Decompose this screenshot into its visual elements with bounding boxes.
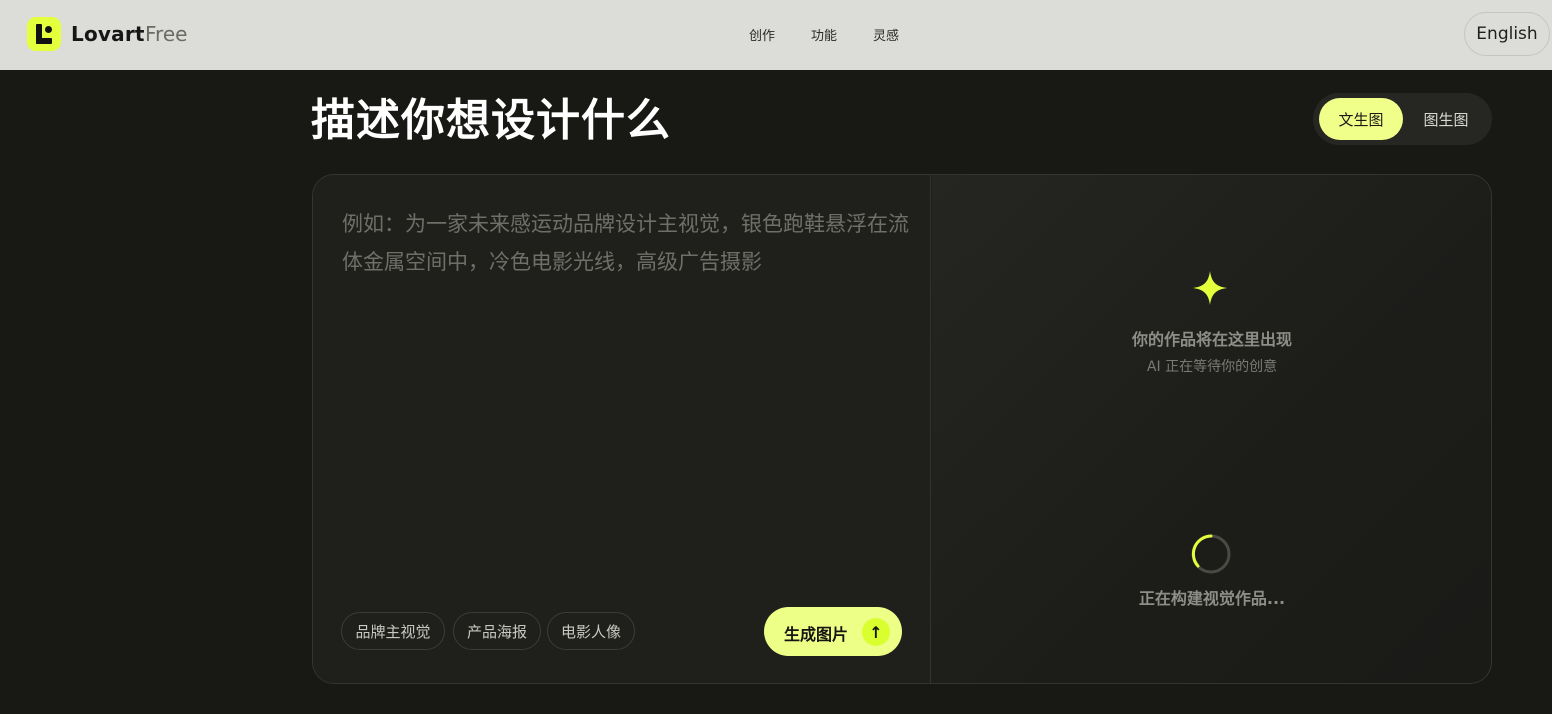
top-navigation: Lovart Free 创作 功能 灵感 English — [0, 0, 1552, 70]
chip-product-poster[interactable]: 产品海报 — [453, 612, 541, 650]
generate-button[interactable]: 生成图片 ↑ — [764, 607, 902, 656]
sparkle-icon — [1193, 271, 1227, 305]
design-card: 品牌主视觉 产品海报 电影人像 生成图片 ↑ 你的作品将在这里出现 AI 正在等… — [312, 174, 1492, 684]
nav-create[interactable]: 创作 — [749, 25, 775, 44]
tab-image-to-image[interactable]: 图生图 — [1407, 98, 1485, 140]
tab-text-to-image[interactable]: 文生图 — [1319, 98, 1403, 140]
logo-icon[interactable] — [27, 17, 61, 51]
language-button[interactable]: English — [1464, 12, 1550, 56]
preview-subtitle: AI 正在等待你的创意 — [1146, 359, 1278, 375]
loading-status: 正在构建视觉作品... — [1138, 589, 1286, 608]
preview-panel: 你的作品将在这里出现 AI 正在等待你的创意 正在构建视觉作品... — [932, 175, 1491, 683]
plan-label: Free — [145, 22, 188, 46]
page-title: 描述你想设计什么 — [311, 95, 671, 146]
prompt-input[interactable] — [342, 205, 912, 605]
loading-spinner-icon — [1191, 534, 1231, 574]
mode-toggle: 文生图 图生图 — [1313, 93, 1492, 145]
nav-features[interactable]: 功能 — [811, 25, 837, 44]
chip-brand-visual[interactable]: 品牌主视觉 — [341, 612, 445, 650]
preview-title: 你的作品将在这里出现 — [1131, 330, 1292, 349]
brand-name[interactable]: Lovart — [71, 22, 145, 46]
arrow-up-icon: ↑ — [862, 618, 890, 646]
prompt-panel: 品牌主视觉 产品海报 电影人像 生成图片 ↑ — [313, 175, 931, 683]
generate-label: 生成图片 — [784, 625, 849, 644]
nav-inspiration[interactable]: 灵感 — [873, 25, 899, 44]
chip-film-portrait[interactable]: 电影人像 — [547, 612, 635, 650]
